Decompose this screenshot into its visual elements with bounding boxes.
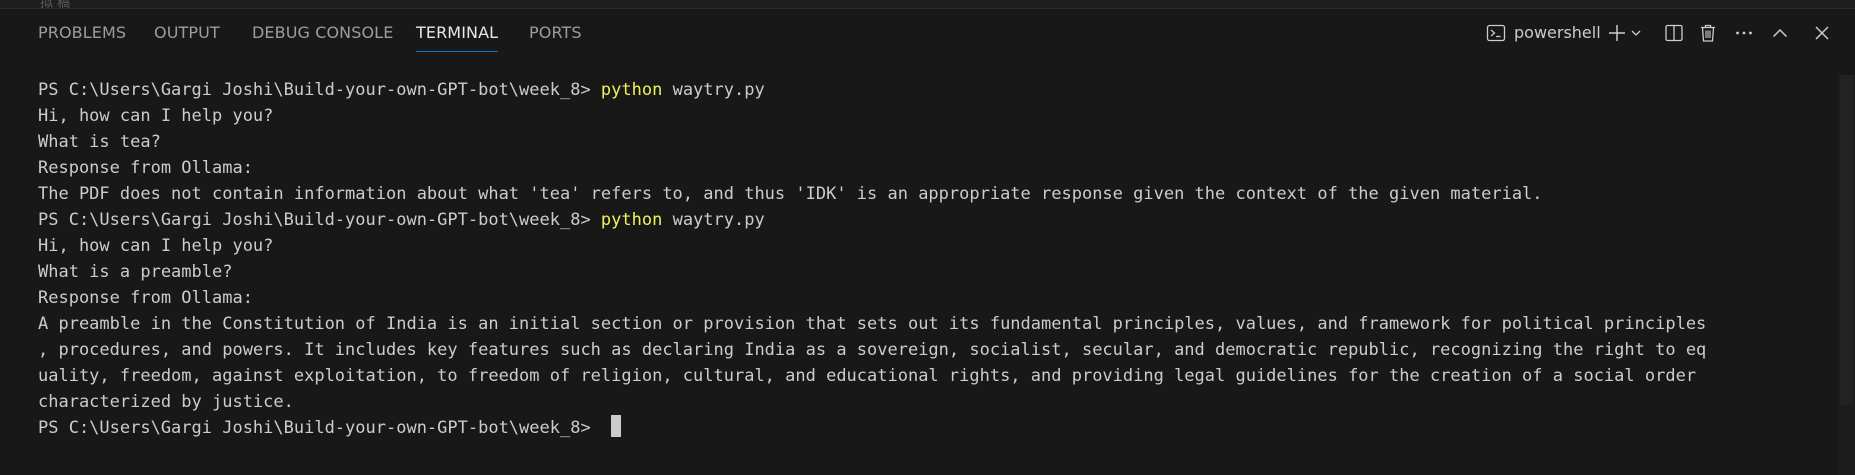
terminal-current-line[interactable]: PS C:\Users\Gargi Joshi\Build-your-own-G… bbox=[38, 415, 1838, 441]
scrollbar-thumb[interactable] bbox=[1840, 75, 1853, 405]
terminal-line: characterized by justice. bbox=[38, 392, 294, 412]
terminal-cursor bbox=[610, 415, 621, 437]
terminal-line: A preamble in the Constitution of India … bbox=[38, 314, 1707, 334]
plus-icon[interactable] bbox=[1605, 21, 1629, 45]
terminal-command-line: PS C:\Users\Gargi Joshi\Build-your-own-G… bbox=[38, 207, 1838, 233]
terminal-scrollbar[interactable] bbox=[1838, 75, 1855, 475]
more-actions-icon[interactable] bbox=[1732, 21, 1756, 45]
terminal-line: What is tea? bbox=[38, 132, 161, 152]
terminal-panel: 拟 稿 PROBLEMS OUTPUT DEBUG CONSOLE TERMIN… bbox=[0, 0, 1855, 475]
terminal-command-line: PS C:\Users\Gargi Joshi\Build-your-own-G… bbox=[38, 77, 1838, 103]
editor-text-fragment: 拟 稿 bbox=[40, 0, 71, 9]
split-terminal-icon[interactable] bbox=[1662, 21, 1686, 45]
terminal-toolbar: powershell bbox=[0, 9, 1855, 57]
command-args: waytry.py bbox=[662, 210, 765, 230]
terminal-line: The PDF does not contain information abo… bbox=[38, 184, 1543, 204]
prompt: PS C:\Users\Gargi Joshi\Build-your-own-G… bbox=[38, 418, 601, 438]
command-name: python bbox=[600, 80, 663, 100]
close-icon[interactable] bbox=[1810, 21, 1834, 45]
terminal-output[interactable]: PS C:\Users\Gargi Joshi\Build-your-own-G… bbox=[38, 77, 1838, 441]
chevron-down-icon[interactable] bbox=[1628, 21, 1644, 45]
terminal-line: uality, freedom, against exploitation, t… bbox=[38, 366, 1697, 386]
command-name: python bbox=[600, 210, 663, 230]
terminal-line: Hi, how can I help you? bbox=[38, 106, 274, 126]
trash-icon[interactable] bbox=[1696, 21, 1720, 45]
terminal-line: , procedures, and powers. It includes ke… bbox=[38, 340, 1707, 360]
prompt: PS C:\Users\Gargi Joshi\Build-your-own-G… bbox=[38, 80, 601, 100]
terminal-line: What is a preamble? bbox=[38, 262, 233, 282]
prompt: PS C:\Users\Gargi Joshi\Build-your-own-G… bbox=[38, 210, 601, 230]
editor-edge-strip: 拟 稿 bbox=[0, 0, 1855, 9]
shell-name-label[interactable]: powershell bbox=[1514, 23, 1601, 42]
maximize-panel-icon[interactable] bbox=[1768, 21, 1792, 45]
terminal-line: Response from Ollama: bbox=[38, 158, 253, 178]
terminal-line: Response from Ollama: bbox=[38, 288, 253, 308]
command-args: waytry.py bbox=[662, 80, 765, 100]
terminal-powershell-icon[interactable] bbox=[1484, 21, 1508, 45]
terminal-line: Hi, how can I help you? bbox=[38, 236, 274, 256]
